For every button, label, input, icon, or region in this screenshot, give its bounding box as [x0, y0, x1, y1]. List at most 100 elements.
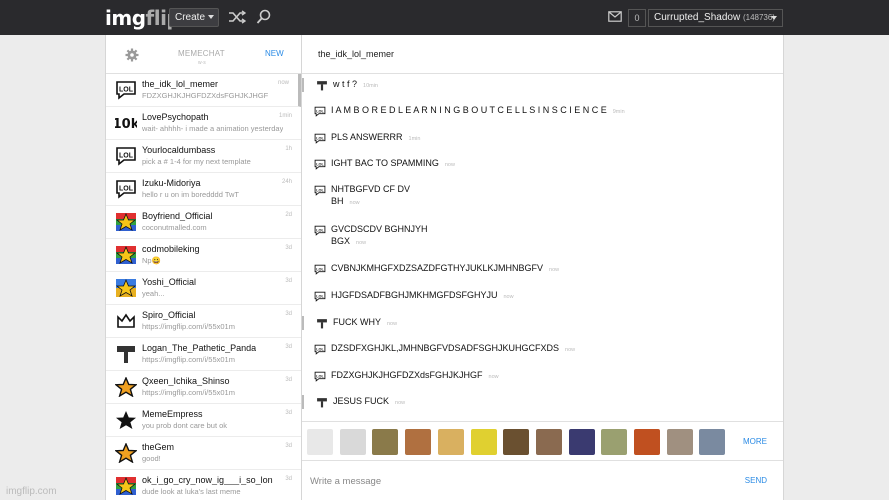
- 10k-avatar-icon: 10k: [113, 113, 140, 133]
- meme-man-emoji-icon[interactable]: [405, 429, 432, 455]
- message-input-row: SEND: [302, 462, 783, 500]
- star-black-avatar-icon: [115, 410, 137, 430]
- man-photo-emoji-icon[interactable]: [666, 429, 693, 455]
- message-time: now: [565, 347, 576, 353]
- message-time: now: [503, 294, 514, 300]
- message-time: now: [387, 321, 398, 327]
- hammer-icon: [316, 395, 328, 408]
- conversation-name: codmobileking: [142, 244, 200, 254]
- crown-avatar-icon: [115, 311, 137, 331]
- conversation-name: MemeEmpress: [142, 409, 203, 419]
- conversation-item[interactable]: Spiro_Official https://imgflip.com/i/55x0…: [106, 305, 301, 338]
- chat-area: the_idk_lol_memer w t f ? 10min LOL I A M B…: [302, 35, 783, 500]
- mail-icon[interactable]: [608, 11, 622, 22]
- more-emojis-button[interactable]: MORE: [743, 437, 767, 446]
- conversation-name: the_idk_lol_memer: [142, 79, 219, 89]
- sidebar-header: MEMECHAT w·s NEW: [106, 35, 301, 74]
- lol-icon: LOL: [314, 131, 326, 144]
- user-menu-button[interactable]: Currupted_Shadow (148736): [648, 9, 783, 27]
- conversation-name: Yourlocaldumbass: [142, 145, 216, 155]
- conversation-preview: wait- ahhhh- i made a animation yesterda…: [142, 124, 284, 133]
- conversation-item[interactable]: ok_i_go_cry_now_ig___i_so_lon dude look a…: [106, 470, 301, 500]
- chat-message: LOL CVBNJKMHGFXDZSAZDFGTHYJUKLKJMHNBGFV no…: [302, 262, 783, 276]
- svg-text:LOL: LOL: [316, 136, 324, 140]
- conversation-preview: good!: [142, 454, 161, 463]
- conversation-list: LOL the_idk_lol_memer FDZXGHJKJHGFDZXdsFGH…: [106, 74, 301, 500]
- message-list[interactable]: w t f ? 10min LOL I A M B O R E D L E A R N…: [302, 75, 783, 420]
- chat-message: LOL HJGFDSADFBGHJMKHMGFDSFGHYJU now: [302, 289, 783, 303]
- message-text: I A M B O R E D L E A R N I N G B O U T …: [331, 105, 607, 115]
- conversation-item[interactable]: 10k LovePsychopath wait- ahhhh- i made a a…: [106, 107, 301, 140]
- lol-icon: LOL: [314, 157, 326, 170]
- conversation-preview: pick a # 1-4 for my next template: [142, 157, 251, 166]
- leo-toast-emoji-icon[interactable]: [503, 429, 530, 455]
- chat-message: LOL I A M B O R E D L E A R N I N G B O U…: [302, 104, 783, 118]
- conversation-name: Yoshi_Official: [142, 277, 197, 287]
- city-photo-emoji-icon[interactable]: [535, 429, 562, 455]
- conversation-name: Logan_The_Pathetic_Panda: [142, 343, 257, 353]
- rage-face-emoji-icon[interactable]: [339, 429, 366, 455]
- conversation-time: 24h: [281, 179, 292, 185]
- spongebob-emoji-icon[interactable]: [470, 429, 497, 455]
- message-text: IGHT BAC TO SPAMMING: [331, 158, 439, 168]
- message-text: JESUS FUCK: [333, 396, 390, 406]
- notification-count[interactable]: 0: [628, 9, 646, 27]
- conversation-item[interactable]: Boyfriend_Official coconutmalled.com 2d: [106, 206, 301, 239]
- conversation-time: 3d: [285, 311, 292, 317]
- star-outline-avatar-icon: [114, 442, 138, 464]
- svg-text:LOL: LOL: [119, 153, 134, 160]
- conversation-time: now: [277, 80, 289, 86]
- conversation-item[interactable]: Logan_The_Pathetic_Panda https://imgflip.…: [106, 338, 301, 371]
- search-icon[interactable]: [256, 9, 272, 25]
- dog-photo-emoji-icon[interactable]: [601, 429, 628, 455]
- conversation-item[interactable]: LOL the_idk_lol_memer FDZXGHJKJHGFDZXdsFGH…: [106, 74, 301, 107]
- svg-text:LOL: LOL: [316, 374, 324, 378]
- svg-text:LOL: LOL: [316, 294, 324, 298]
- chevron-down-icon: [208, 15, 215, 20]
- hammer-icon: [316, 78, 328, 91]
- art-photo-emoji-icon[interactable]: [634, 429, 660, 455]
- gear-icon[interactable]: [125, 48, 139, 62]
- create-button[interactable]: Create: [169, 8, 219, 27]
- message-input[interactable]: [310, 470, 730, 492]
- conversation-item[interactable]: Qxeen_Ichika_Shinso https://imgflip.com/i…: [106, 371, 301, 404]
- message-text: FUCK WHY: [333, 317, 381, 327]
- message-time: now: [356, 240, 367, 246]
- conversation-item[interactable]: theGem good! 3d: [106, 437, 301, 470]
- conversation-time: 3d: [285, 443, 292, 449]
- conversation-item[interactable]: LOL Izuku-Midoriya hello r u on im boreddd…: [106, 173, 301, 206]
- conversation-item[interactable]: MemeEmpress you prob dont care but ok 3d: [106, 404, 301, 437]
- bw-photo-emoji-icon[interactable]: [699, 429, 726, 455]
- star-flag-avatar-icon: [115, 476, 137, 496]
- conversation-preview: coconutmalled.com: [142, 223, 207, 232]
- shuffle-icon[interactable]: [228, 9, 246, 25]
- chat-message: LOL NHTBGFVD CF DV BH now: [302, 183, 783, 209]
- message-time: now: [444, 162, 455, 168]
- conversation-name: Spiro_Official: [142, 310, 196, 320]
- chat-message: LOL FDZXGHJKJHGFDZXdsFGHJKJHGF now: [302, 369, 783, 383]
- conversation-time: 3d: [285, 344, 292, 350]
- face-photo-emoji-icon[interactable]: [568, 429, 595, 455]
- new-chat-button[interactable]: NEW: [265, 49, 284, 58]
- sax-guy-emoji-icon[interactable]: [372, 429, 399, 455]
- conversation-preview: FDZXGHJKJHGFDZXdsFGHJKJHGF: [142, 91, 269, 100]
- username: Currupted_Shadow: [654, 12, 741, 23]
- message-text: DZSDFXGHJKL,JMHNBGFVDSADFSGHJKUHGCFXDS: [331, 343, 560, 353]
- conversation-item[interactable]: LOL Yourlocaldumbass pick a # 1-4 for my n…: [106, 140, 301, 173]
- send-button[interactable]: SEND: [745, 476, 767, 485]
- message-time: now: [349, 200, 360, 206]
- conversation-preview: https://imgflip.com/i/55x01m: [142, 388, 235, 397]
- conversation-preview: hello r u on im boredddd TwT: [142, 190, 239, 199]
- chat-message: LOL IGHT BAC TO SPAMMING now: [302, 157, 783, 171]
- svg-text:10k: 10k: [115, 117, 137, 132]
- conversation-time: 2d: [285, 212, 292, 218]
- conversation-time: 3d: [285, 476, 292, 482]
- lol-icon: LOL: [314, 369, 326, 382]
- chat-title[interactable]: the_idk_lol_memer: [318, 49, 394, 59]
- conversation-item[interactable]: Yoshi_Official yeah... 3d: [106, 272, 301, 305]
- troll-face-emoji-icon[interactable]: [307, 429, 333, 455]
- svg-text:LOL: LOL: [119, 87, 134, 94]
- conversation-item[interactable]: codmobileking Np😀 3d: [106, 239, 301, 272]
- chat-message: w t f ? 10min: [302, 78, 783, 92]
- doge-emoji-icon[interactable]: [437, 429, 464, 455]
